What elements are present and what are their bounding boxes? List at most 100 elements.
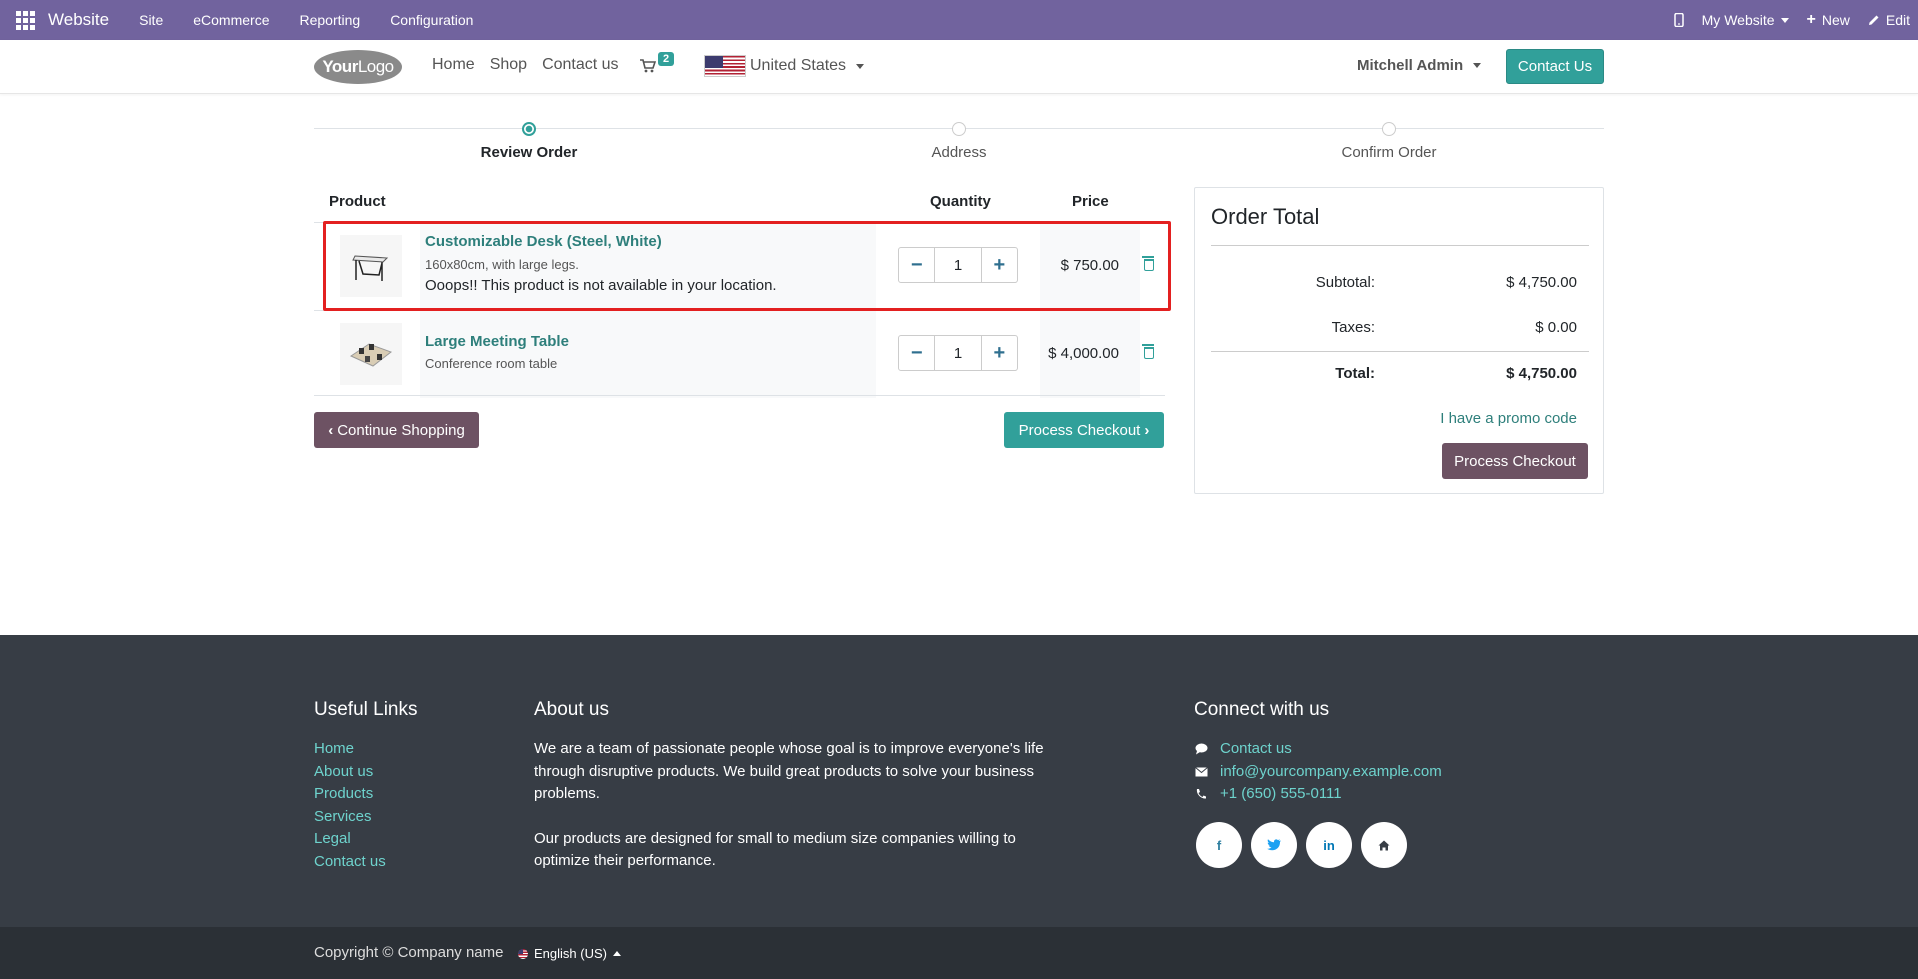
total-value: $ 4,750.00	[1506, 365, 1577, 382]
subtotal-label: Subtotal:	[1315, 274, 1375, 291]
process-checkout-button[interactable]: Process Checkout ›	[1004, 412, 1164, 448]
chevron-down-icon	[856, 63, 865, 69]
logo-text-your: Your	[322, 57, 358, 76]
twitter-icon[interactable]	[1251, 822, 1297, 868]
quantity-input[interactable]: 1	[934, 336, 982, 370]
about-paragraph-1: We are a team of passionate people whose…	[534, 740, 1044, 802]
nav-contact-us[interactable]: Contact us	[542, 56, 618, 74]
copyright-text: Copyright © Company name	[314, 944, 504, 961]
table-product-image[interactable]	[340, 323, 402, 385]
apps-grid-icon[interactable]	[14, 9, 36, 31]
process-checkout-label: Process Checkout	[1018, 421, 1141, 439]
site-header: Your Logo Home Shop Contact us 2 United S…	[0, 40, 1918, 94]
menu-ecommerce[interactable]: eCommerce	[193, 12, 269, 28]
availability-warning: Ooops!! This product is not available in…	[425, 277, 777, 294]
copyright-bar: Copyright © Company name English (US)	[0, 927, 1918, 979]
plus-icon: +	[1806, 11, 1816, 28]
about-paragraph-2: Our products are designed for small to m…	[534, 829, 1016, 870]
decrease-quantity-button[interactable]: −	[899, 248, 934, 282]
contact-us-item[interactable]: Contact us	[1194, 738, 1442, 761]
country-selector[interactable]: United States	[704, 55, 865, 77]
menu-reporting[interactable]: Reporting	[299, 12, 360, 28]
mobile-preview-icon[interactable]	[1673, 13, 1684, 27]
phone-link[interactable]: +1 (650) 555-0111	[1220, 783, 1342, 806]
cart-table-header: Product Quantity Price	[314, 186, 1165, 222]
quantity-input[interactable]: 1	[934, 248, 982, 282]
cart-link[interactable]: 2	[640, 52, 675, 74]
step-address[interactable]: Address	[859, 118, 1059, 161]
shopping-cart-icon	[640, 59, 656, 73]
linkedin-icon[interactable]: in	[1306, 822, 1352, 868]
new-button[interactable]: + New	[1807, 11, 1850, 29]
chevron-down-icon	[1780, 17, 1789, 23]
pencil-icon	[1868, 15, 1879, 25]
order-total-title: Order Total	[1211, 204, 1320, 229]
step-review-order[interactable]: Review Order	[429, 118, 629, 161]
header-product: Product	[329, 193, 386, 210]
taxes-value: $ 0.00	[1535, 319, 1577, 336]
product-name-link[interactable]: Customizable Desk (Steel, White)	[425, 233, 662, 250]
site-footer: Useful Links Home About us Products Serv…	[0, 635, 1918, 927]
decrease-quantity-button[interactable]: −	[899, 336, 934, 370]
phone-icon	[1194, 787, 1208, 801]
promo-code-link[interactable]: I have a promo code	[1440, 410, 1577, 427]
email-link[interactable]: info@yourcompany.example.com	[1220, 761, 1442, 784]
product-name-link[interactable]: Large Meeting Table	[425, 333, 569, 350]
edit-button[interactable]: Edit	[1868, 12, 1910, 28]
facebook-icon[interactable]: f	[1196, 822, 1242, 868]
admin-topbar: Website Site eCommerce Reporting Configu…	[0, 0, 1918, 40]
header-price: Price	[1072, 193, 1109, 210]
cart-row: Large Meeting Table Conference room tabl…	[314, 310, 1165, 398]
total-label: Total:	[1335, 365, 1375, 382]
increase-quantity-button[interactable]: +	[982, 336, 1017, 370]
social-links: f in	[1196, 822, 1407, 868]
chevron-right-icon: ›	[1144, 421, 1150, 439]
menu-site[interactable]: Site	[139, 12, 163, 28]
chevron-down-icon	[1473, 63, 1482, 68]
footer-link-contact[interactable]: Contact us	[314, 851, 386, 874]
company-logo[interactable]: Your Logo	[314, 50, 402, 84]
order-process-checkout-button[interactable]: Process Checkout	[1442, 443, 1588, 479]
trash-icon[interactable]	[1142, 256, 1154, 271]
step-label: Confirm Order	[1341, 144, 1437, 161]
cart-table: Product Quantity Price Customizable Desk…	[314, 186, 1165, 398]
email-item[interactable]: info@yourcompany.example.com	[1194, 761, 1442, 784]
useful-links-title: Useful Links	[314, 699, 418, 720]
footer-link-products[interactable]: Products	[314, 783, 386, 806]
nav-shop[interactable]: Shop	[490, 56, 527, 74]
trash-icon[interactable]	[1142, 344, 1154, 359]
footer-link-home[interactable]: Home	[314, 738, 386, 761]
continue-shopping-button[interactable]: ‹ Continue Shopping	[314, 412, 479, 448]
menu-configuration[interactable]: Configuration	[390, 12, 473, 28]
footer-link-services[interactable]: Services	[314, 806, 386, 829]
chevron-left-icon: ‹	[328, 421, 334, 439]
app-brand[interactable]: Website	[48, 10, 109, 30]
home-icon[interactable]	[1361, 822, 1407, 868]
quantity-stepper: − 1 +	[898, 335, 1018, 371]
connect-list: Contact us info@yourcompany.example.com …	[1194, 738, 1442, 806]
comment-icon	[1194, 742, 1208, 756]
language-selector[interactable]: English (US)	[518, 946, 621, 961]
product-description: Conference room table	[425, 356, 558, 371]
nav-home[interactable]: Home	[432, 56, 475, 74]
product-price: $ 750.00	[1060, 257, 1119, 274]
connect-title: Connect with us	[1194, 699, 1330, 720]
footer-link-about[interactable]: About us	[314, 761, 386, 784]
main-nav: Home Shop Contact us	[432, 56, 619, 74]
step-dot-active	[522, 122, 536, 136]
contact-us-link[interactable]: Contact us	[1220, 738, 1292, 761]
step-confirm-order[interactable]: Confirm Order	[1289, 118, 1489, 161]
order-total-panel: Order Total Subtotal: $ 4,750.00 Taxes: …	[1194, 187, 1604, 494]
user-menu[interactable]: Mitchell Admin	[1357, 57, 1482, 74]
footer-link-legal[interactable]: Legal	[314, 828, 386, 851]
my-website-dropdown[interactable]: My Website	[1702, 12, 1789, 28]
user-name: Mitchell Admin	[1357, 57, 1464, 74]
increase-quantity-button[interactable]: +	[982, 248, 1017, 282]
desk-product-image[interactable]	[340, 235, 402, 297]
taxes-label: Taxes:	[1331, 319, 1375, 336]
phone-item[interactable]: +1 (650) 555-0111	[1194, 783, 1442, 806]
product-description: 160x80cm, with large legs.	[425, 257, 579, 272]
cart-count-badge: 2	[658, 52, 675, 66]
quantity-stepper: − 1 +	[898, 247, 1018, 283]
contact-us-button[interactable]: Contact Us	[1506, 49, 1604, 84]
